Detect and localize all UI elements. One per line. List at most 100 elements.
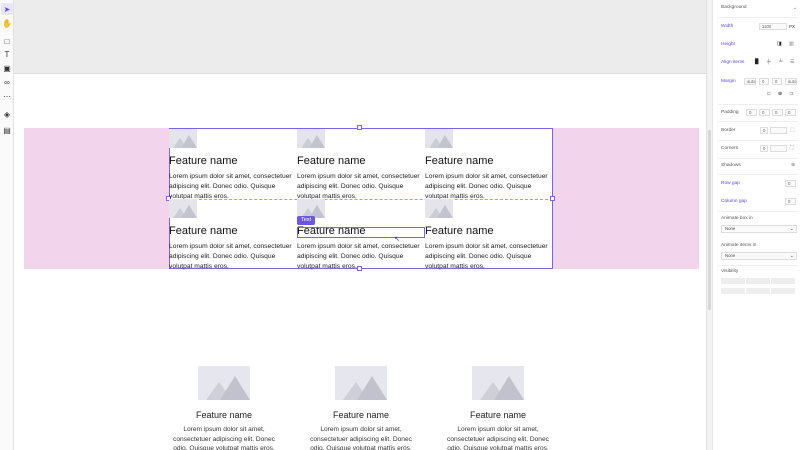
feature-description[interactable]: Lorem ipsum dolor sit amet, consectetuer… xyxy=(169,242,297,272)
animate-box-row: Animate box in xyxy=(713,213,800,225)
corners-expand-icon[interactable]: ⛶ xyxy=(790,145,794,151)
feature-title[interactable]: Feature name xyxy=(425,155,493,167)
corners-input[interactable]: 0 xyxy=(760,145,768,152)
column-gap-input[interactable]: 0 xyxy=(785,198,796,205)
border-input[interactable]: 0 xyxy=(760,127,768,134)
visibility-toggle[interactable] xyxy=(746,278,770,284)
width-unit[interactable]: PX xyxy=(789,24,795,29)
image-placeholder-icon[interactable] xyxy=(297,129,325,148)
feature-title[interactable]: Feature name xyxy=(308,410,414,420)
align-start-icon[interactable]: ▉ xyxy=(755,59,759,65)
animate-box-select[interactable]: None ⌄ xyxy=(721,225,797,233)
margin-left-icon[interactable]: ⊏ xyxy=(767,91,771,97)
visibility-toggle[interactable] xyxy=(771,278,795,284)
visibility-row: Visibility xyxy=(713,266,800,278)
add-shadow-icon[interactable]: ⊕ xyxy=(791,162,795,168)
text-icon[interactable]: T xyxy=(1,48,13,60)
image-icon[interactable]: ▣ xyxy=(1,62,13,74)
corners-slider[interactable] xyxy=(770,145,787,152)
padding-input-4[interactable]: 0 xyxy=(785,109,796,116)
feature-title[interactable]: Feature name xyxy=(169,155,237,167)
feature-description[interactable]: Lorem ipsum dolor sit amet, consectetuer… xyxy=(445,425,551,450)
feature-card[interactable]: Feature name Lorem ipsum dolor sit amet, … xyxy=(445,366,551,450)
border-style-icon[interactable]: ⬚ xyxy=(790,127,795,133)
animate-items-value: None xyxy=(725,253,736,258)
margin-label: Margin xyxy=(721,79,736,84)
margin-right-icon[interactable]: ⊐ xyxy=(789,91,793,97)
feature-card[interactable]: Feature name Lorem ipsum dolor sit amet, … xyxy=(308,366,414,450)
image-placeholder-icon[interactable] xyxy=(472,366,524,400)
chevron-icon[interactable]: ⌄ xyxy=(793,5,797,11)
margin-top-input[interactable]: 0 xyxy=(759,78,769,85)
animate-box-label: Animate box in xyxy=(721,216,753,221)
image-placeholder-icon[interactable] xyxy=(425,129,453,148)
resize-handle-top[interactable] xyxy=(357,125,362,130)
more-icon[interactable]: ⋯ xyxy=(1,90,13,102)
arrow-pointer-icon[interactable]: ➤ xyxy=(1,3,13,15)
visibility-toggle[interactable] xyxy=(771,288,795,294)
align-stretch-icon[interactable]: ☰ xyxy=(790,59,794,65)
design-canvas[interactable]: Feature name Lorem ipsum dolor sit amet, … xyxy=(14,0,707,450)
divider xyxy=(718,121,798,122)
animate-items-select[interactable]: None ⌄ xyxy=(721,252,797,260)
animate-box-value: None xyxy=(725,226,736,231)
square-icon[interactable]: □ xyxy=(1,35,13,47)
image-placeholder-icon[interactable] xyxy=(169,199,197,218)
height-fit-icon[interactable]: ◨ xyxy=(777,41,782,47)
margin-left-input[interactable]: auto xyxy=(744,78,756,85)
shadows-row[interactable]: Shadows ⊕ xyxy=(713,160,800,172)
border-color-swatch[interactable] xyxy=(770,127,787,134)
feature-description[interactable]: Lorem ipsum dolor sit amet, consectetuer… xyxy=(171,425,277,450)
height-fill-icon[interactable]: ▥ xyxy=(789,41,794,47)
feature-title[interactable]: Feature name xyxy=(425,225,493,237)
background-row[interactable]: Background ⌄ xyxy=(713,2,800,14)
padding-input-3[interactable]: 0 xyxy=(772,109,783,116)
corners-label: Corners xyxy=(721,146,739,151)
width-label: Width xyxy=(721,24,734,29)
column-gap-row: Column gap 0 xyxy=(713,196,800,208)
padding-input-1[interactable]: 0 xyxy=(746,109,757,116)
visibility-label: Visibility xyxy=(721,269,739,274)
feature-card[interactable]: Feature name Lorem ipsum dolor sit amet, … xyxy=(171,366,277,450)
background-label: Background xyxy=(721,5,747,10)
align-center-icon[interactable]: ╪ xyxy=(767,59,771,65)
margin-right-input[interactable]: auto xyxy=(785,78,797,85)
link-icon[interactable]: ∞ xyxy=(1,76,13,88)
divider xyxy=(718,104,798,105)
row-gap-input[interactable]: 0 xyxy=(785,180,796,187)
feature-description[interactable]: Lorem ipsum dolor sit amet, consectetuer… xyxy=(425,172,553,202)
image-placeholder-icon[interactable] xyxy=(198,366,250,400)
header-section[interactable] xyxy=(14,0,707,74)
visibility-toggle[interactable] xyxy=(721,278,745,284)
feature-description[interactable]: Lorem ipsum dolor sit amet, consectetuer… xyxy=(297,172,425,202)
hand-icon[interactable]: ✋ xyxy=(1,17,13,29)
feature-description[interactable]: Lorem ipsum dolor sit amet, consectetuer… xyxy=(297,242,425,272)
template-icon[interactable]: ▤ xyxy=(1,124,13,136)
feature-title[interactable]: Feature name xyxy=(445,410,551,420)
corners-row: Corners 0 ⛶ xyxy=(713,143,800,155)
layers-icon[interactable]: ◈ xyxy=(1,108,13,120)
image-placeholder-icon[interactable] xyxy=(169,129,197,148)
feature-title[interactable]: Feature name xyxy=(171,410,277,420)
image-placeholder-icon[interactable] xyxy=(335,366,387,400)
visibility-toggles[interactable] xyxy=(721,278,797,298)
align-end-icon[interactable]: ╧ xyxy=(779,59,783,65)
divider xyxy=(718,174,798,175)
image-placeholder-icon[interactable] xyxy=(425,199,453,218)
width-input[interactable]: 1100 xyxy=(759,23,787,30)
column-gap-label: Column gap xyxy=(721,199,747,204)
feature-title[interactable]: Feature name xyxy=(297,155,365,167)
feature-description[interactable]: Lorem ipsum dolor sit amet, consectetuer… xyxy=(169,172,297,202)
margin-center-icon[interactable]: ⊕ xyxy=(778,91,782,97)
visibility-toggle[interactable] xyxy=(721,288,745,294)
border-label: Border xyxy=(721,128,736,133)
feature-description[interactable]: Lorem ipsum dolor sit amet, consectetuer… xyxy=(308,425,414,450)
row-gap-label: Row gap xyxy=(721,181,740,186)
feature-title[interactable]: Feature name xyxy=(169,225,237,237)
padding-input-2[interactable]: 0 xyxy=(759,109,770,116)
feature-description[interactable]: Lorem ipsum dolor sit amet, consectetuer… xyxy=(425,242,553,272)
animate-items-row: Animate items in xyxy=(713,240,800,252)
scrollbar-thumb[interactable] xyxy=(708,130,711,310)
margin-bottom-input[interactable]: 0 xyxy=(772,78,782,85)
visibility-toggle[interactable] xyxy=(746,288,770,294)
